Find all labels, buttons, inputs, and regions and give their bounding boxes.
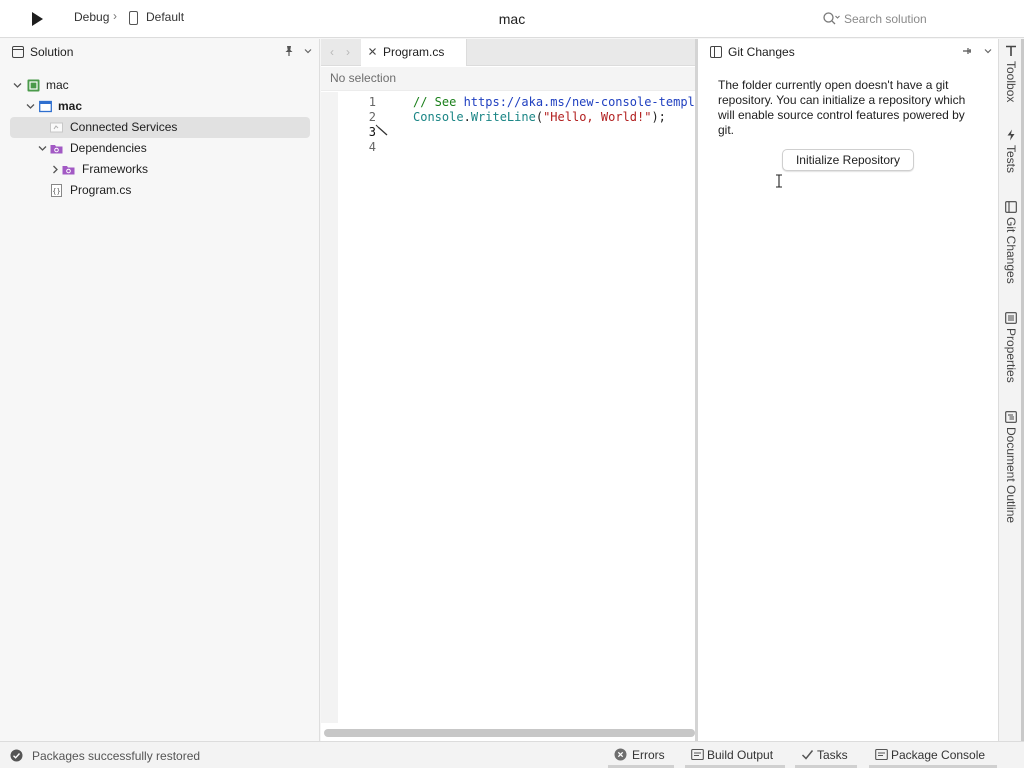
main-toolbar: Debug › Default mac bbox=[0, 0, 1024, 38]
tree-item-program-cs[interactable]: {} Program.cs bbox=[10, 180, 310, 201]
chevron-down-icon[interactable] bbox=[37, 143, 48, 154]
tree-item-label: mac bbox=[58, 99, 83, 113]
code-link[interactable]: https://aka.ms/new-console-template bbox=[464, 95, 695, 109]
tree-item-label: mac bbox=[46, 78, 69, 92]
code-punct: . bbox=[463, 110, 471, 124]
lightning-icon bbox=[1007, 129, 1015, 141]
svg-text:{}: {} bbox=[52, 188, 60, 196]
configuration-selector[interactable]: Debug bbox=[74, 10, 109, 24]
status-bar: Packages successfully restored Errors Bu… bbox=[0, 741, 1024, 768]
pad-label: Git Changes bbox=[1004, 217, 1018, 284]
code-type: Console bbox=[413, 110, 464, 124]
path-bar-text: No selection bbox=[330, 71, 397, 85]
editor-gutter bbox=[321, 92, 338, 723]
code-punct: ); bbox=[651, 110, 666, 124]
code-string: "Hello, World!" bbox=[543, 110, 652, 124]
git-no-repo-message: The folder currently open doesn't have a… bbox=[718, 78, 966, 137]
code-line-2: Console.WriteLine("Hello, World!"); bbox=[413, 110, 666, 124]
tasks-button[interactable]: Tasks bbox=[795, 742, 857, 768]
tree-item-label: Frameworks bbox=[82, 162, 149, 176]
csharp-file-icon: {} bbox=[51, 184, 62, 197]
git-changes-title: Git Changes bbox=[728, 45, 795, 59]
tree-item-connected-services[interactable]: Connected Services bbox=[10, 117, 310, 138]
git-changes-header: Git Changes bbox=[698, 39, 998, 66]
solution-pad-icon bbox=[12, 46, 24, 58]
tab-program-cs[interactable]: Program.cs bbox=[361, 39, 467, 66]
checkmark-icon bbox=[801, 750, 814, 760]
tree-item-project-mac[interactable]: mac bbox=[10, 96, 310, 117]
tree-item-dependencies[interactable]: Dependencies bbox=[10, 138, 310, 159]
path-bar[interactable]: No selection bbox=[321, 67, 695, 91]
code-comment: // See bbox=[413, 95, 464, 109]
tree-item-label: Dependencies bbox=[70, 141, 147, 155]
device-selector[interactable]: Default bbox=[146, 10, 184, 24]
line-number: 2 bbox=[368, 110, 376, 124]
search-input[interactable] bbox=[844, 10, 1012, 28]
solution-panel-header: Solution bbox=[0, 39, 320, 66]
quick-fix-wand-icon[interactable] bbox=[375, 124, 389, 136]
git-changes-pad-icon bbox=[710, 46, 722, 58]
code-punct: ( bbox=[535, 110, 544, 124]
editor-tab-bar: ‹ › Program.cs bbox=[321, 39, 695, 66]
line-number: 3 bbox=[368, 125, 376, 139]
build-output-icon bbox=[691, 748, 704, 761]
git-changes-icon bbox=[1005, 201, 1017, 213]
dependencies-icon bbox=[50, 145, 63, 154]
pad-label: Document Outline bbox=[1004, 427, 1018, 524]
errors-label: Errors bbox=[632, 748, 665, 762]
solution-panel-title: Solution bbox=[30, 45, 74, 59]
check-circle-icon bbox=[10, 749, 23, 762]
device-icon bbox=[129, 11, 138, 25]
code-method: WriteLine bbox=[470, 110, 536, 124]
package-console-icon bbox=[875, 748, 888, 761]
error-icon bbox=[614, 748, 627, 761]
tree-item-solution-mac[interactable]: mac bbox=[10, 75, 310, 96]
chevron-right-icon[interactable] bbox=[50, 164, 61, 175]
build-output-button[interactable]: Build Output bbox=[685, 742, 785, 768]
navigate-back-icon[interactable]: ‹ bbox=[326, 45, 338, 59]
pad-label: Properties bbox=[1004, 328, 1018, 383]
play-icon[interactable] bbox=[28, 10, 46, 28]
initialize-repository-button[interactable]: Initialize Repository bbox=[782, 149, 914, 171]
line-number: 1 bbox=[368, 95, 376, 109]
close-icon[interactable] bbox=[367, 46, 378, 57]
document-outline-icon bbox=[1005, 411, 1017, 423]
project-icon bbox=[39, 100, 52, 113]
i-beam-cursor-icon bbox=[776, 174, 782, 188]
frameworks-icon bbox=[62, 166, 75, 175]
solution-panel: Solution mac mac Connected Services Depe… bbox=[0, 39, 320, 741]
search-box[interactable] bbox=[816, 8, 1016, 30]
chevron-down-icon[interactable] bbox=[25, 101, 36, 112]
code-editor: ‹ › Program.cs No selection 1 2 3 4 // S… bbox=[321, 39, 695, 741]
build-output-label: Build Output bbox=[707, 748, 774, 762]
pad-label: Tests bbox=[1004, 145, 1018, 174]
connected-services-icon bbox=[50, 122, 63, 133]
tree-item-label: Program.cs bbox=[70, 183, 132, 197]
solution-icon bbox=[27, 79, 40, 92]
horizontal-scrollbar[interactable] bbox=[324, 729, 695, 737]
navigate-forward-icon[interactable]: › bbox=[342, 45, 354, 59]
search-icon bbox=[823, 12, 840, 25]
tasks-label: Tasks bbox=[817, 748, 848, 762]
line-number: 4 bbox=[368, 140, 376, 154]
dock-icon[interactable] bbox=[962, 46, 972, 56]
tree-item-label: Connected Services bbox=[70, 120, 178, 134]
code-line-1: // See https://aka.ms/new-console-templa… bbox=[413, 95, 695, 109]
chevron-down-icon[interactable] bbox=[982, 45, 994, 57]
package-console-label: Package Console bbox=[891, 748, 986, 762]
git-changes-panel: Git Changes The folder currently open do… bbox=[695, 39, 998, 741]
breadcrumb-separator: › bbox=[113, 9, 117, 23]
toolbox-icon bbox=[1006, 45, 1016, 56]
tab-label: Program.cs bbox=[383, 45, 445, 59]
code-area[interactable]: 1 2 3 4 // See https://aka.ms/new-consol… bbox=[338, 92, 695, 723]
chevron-down-icon[interactable] bbox=[302, 45, 314, 57]
tree-item-frameworks[interactable]: Frameworks bbox=[10, 159, 310, 180]
pad-label: Toolbox bbox=[1004, 61, 1018, 103]
properties-icon bbox=[1005, 312, 1017, 324]
pin-icon[interactable] bbox=[283, 45, 295, 57]
chevron-down-icon[interactable] bbox=[12, 80, 23, 91]
errors-button[interactable]: Errors bbox=[608, 742, 674, 768]
package-console-button[interactable]: Package Console bbox=[869, 742, 997, 768]
status-message: Packages successfully restored bbox=[32, 749, 201, 763]
